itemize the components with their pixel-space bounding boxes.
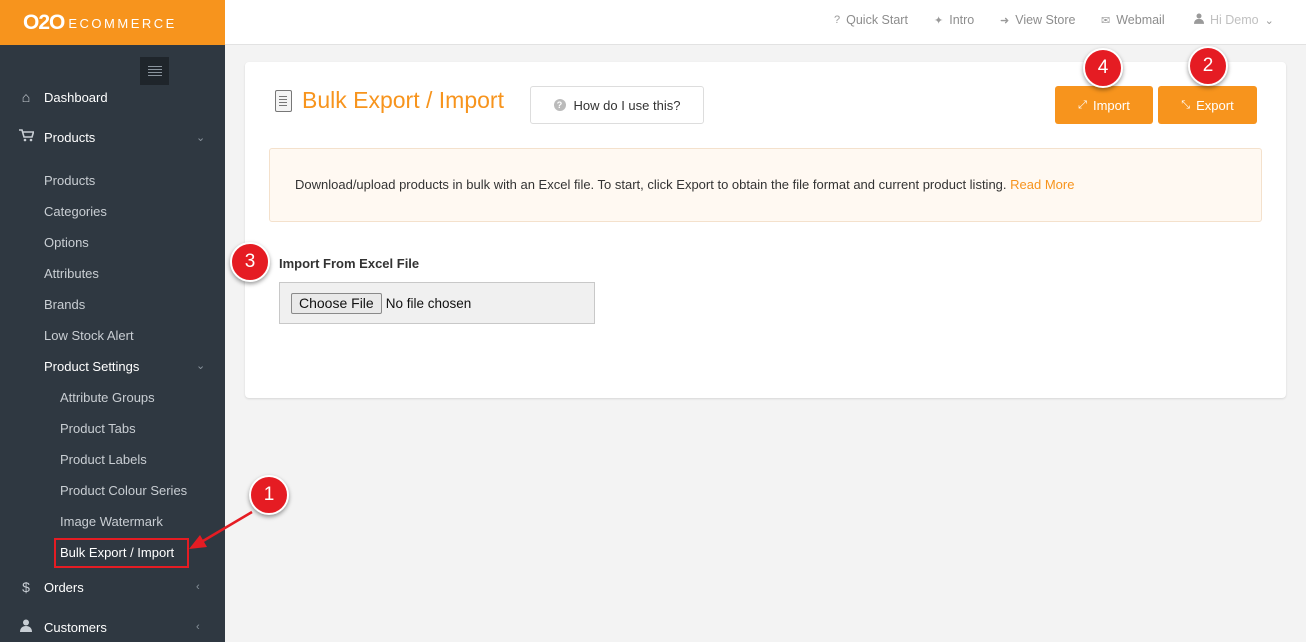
sidebar-subitem-categories[interactable]: Categories (44, 204, 107, 219)
quick-start-label: Quick Start (846, 13, 908, 27)
export-button[interactable]: ⤡ Export (1158, 86, 1257, 124)
magic-wand-icon: ✦ (934, 14, 944, 27)
help-button-label: How do I use this? (573, 97, 681, 113)
sidebar-subitem-product-labels[interactable]: Product Labels (60, 452, 147, 467)
question-icon: ? (834, 14, 841, 26)
brand-logo[interactable]: O2O ECOMMERCE (0, 0, 225, 45)
intro-link[interactable]: ✦ Intro (934, 13, 974, 27)
chevron-down-icon: ⌄ (196, 131, 206, 144)
sidebar-subitem-image-watermark[interactable]: Image Watermark (60, 514, 163, 529)
file-status: No file chosen (385, 295, 472, 311)
info-message-text: Download/upload products in bulk with an… (295, 177, 1007, 192)
sidebar-item-label: Products (44, 129, 96, 145)
logo-subtext: ECOMMERCE (68, 16, 177, 31)
expand-icon: ⤡ (1181, 98, 1191, 111)
menu-toggle-icon[interactable] (140, 57, 169, 85)
sidebar-subitem-options[interactable]: Options (44, 235, 89, 250)
help-button[interactable]: ? How do I use this? (530, 86, 704, 124)
document-icon (275, 89, 292, 112)
view-store-label: View Store (1015, 13, 1076, 27)
question-circle-icon: ? (553, 99, 566, 111)
callout-badge-3: 3 (230, 242, 270, 282)
page-title-text: Bulk Export / Import (302, 87, 504, 113)
chevron-left-icon: ‹ (196, 581, 200, 593)
envelope-icon: ✉ (1101, 14, 1111, 27)
chevron-down-icon: ⌄ (196, 360, 206, 372)
logo-text: O2O (23, 10, 65, 34)
sidebar-subitem-attribute-groups[interactable]: Attribute Groups (60, 390, 155, 405)
import-field-label: Import From Excel File (279, 256, 420, 271)
callout-badge-2: 2 (1188, 46, 1228, 86)
import-button[interactable]: ⤢ Import (1055, 86, 1153, 124)
sidebar-subitem-product-colour-series[interactable]: Product Colour Series (60, 483, 187, 498)
highlight-box (54, 538, 189, 568)
sidebar-item-label: Dashboard (44, 89, 108, 105)
user-menu[interactable]: Hi Demo ⌄ (1194, 13, 1274, 27)
sidebar-subitem-low-stock-alert[interactable]: Low Stock Alert (44, 328, 134, 343)
import-button-label: Import (1092, 97, 1130, 113)
topbar: ? Quick Start ✦ Intro ➜ View Store ✉ Web… (225, 0, 1306, 45)
cart-icon (18, 129, 35, 145)
intro-label: Intro (949, 13, 975, 27)
sidebar-item-label: Customers (44, 619, 107, 635)
user-icon (18, 619, 34, 635)
sign-in-icon: ➜ (1000, 14, 1010, 27)
choose-file-button[interactable]: Choose File (291, 292, 382, 314)
chevron-left-icon: ‹ (196, 621, 200, 633)
compress-icon: ⤢ (1078, 98, 1087, 111)
read-more-link[interactable]: Read More (1010, 177, 1074, 192)
view-store-link[interactable]: ➜ View Store (1000, 13, 1075, 27)
quick-start-link[interactable]: ? Quick Start (834, 13, 908, 27)
export-button-label: Export (1196, 97, 1234, 113)
webmail-label: Webmail (1116, 13, 1165, 27)
sidebar-subitem-brands[interactable]: Brands (44, 297, 85, 312)
user-icon (1194, 13, 1204, 27)
dollar-icon: $ (22, 579, 30, 595)
user-greeting: Hi Demo (1210, 13, 1259, 27)
file-input[interactable]: Choose File No file chosen (279, 282, 595, 324)
chevron-down-icon: ⌄ (1264, 14, 1274, 27)
callout-badge-4: 4 (1083, 48, 1123, 88)
sidebar-subitem-product-settings[interactable]: Product Settings (44, 359, 139, 374)
sidebar-subitem-product-tabs[interactable]: Product Tabs (60, 421, 136, 436)
home-icon: ⌂ (21, 89, 31, 105)
sidebar: O2O ECOMMERCE ⌂ Dashboard Products ⌄ Pro… (0, 0, 225, 642)
sidebar-subitem-products[interactable]: Products (44, 173, 95, 188)
page-title: Bulk Export / Import (275, 87, 504, 114)
info-message: Download/upload products in bulk with an… (295, 177, 1074, 192)
callout-badge-1: 1 (249, 475, 289, 515)
sidebar-subitem-attributes[interactable]: Attributes (44, 266, 99, 281)
webmail-link[interactable]: ✉ Webmail (1101, 13, 1165, 27)
sidebar-item-label: Orders (44, 579, 84, 595)
